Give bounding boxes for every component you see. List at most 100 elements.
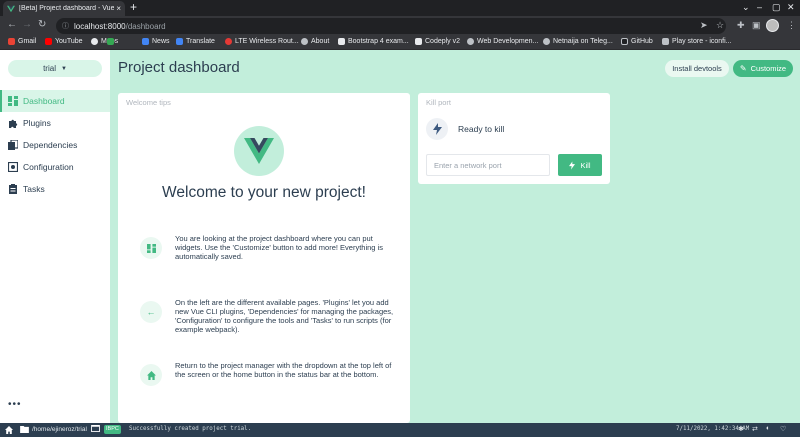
- sidebar-nav: Dashboard Plugins Dependencies Configura…: [0, 90, 110, 200]
- sidebar-item-configuration[interactable]: Configuration: [0, 156, 110, 178]
- forward-icon[interactable]: →: [22, 19, 32, 30]
- heart-icon[interactable]: ♡: [780, 425, 786, 433]
- welcome-title: Welcome to your new project!: [162, 184, 366, 201]
- minimize-icon[interactable]: –: [757, 2, 762, 12]
- status-message: Successfully created project trial.: [129, 426, 252, 432]
- widget-title: Welcome tips: [126, 98, 171, 107]
- widget-title: Kill port: [426, 98, 452, 107]
- sidebar-item-dependencies[interactable]: Dependencies: [0, 134, 110, 156]
- browser-window: [Beta] Project dashboard - Vue × + ⌄ – ▢…: [0, 0, 800, 437]
- arrow-left-icon: ←: [140, 301, 162, 323]
- dashboard-icon: [140, 237, 162, 259]
- bookmark-bootstrap[interactable]: Bootstrap 4 exam...: [338, 38, 409, 45]
- new-tab-button[interactable]: +: [130, 1, 137, 14]
- bookmark-codeply[interactable]: Codeply v2: [415, 38, 460, 45]
- project-name: trial: [43, 64, 56, 73]
- youtube-icon: [45, 38, 52, 45]
- sidebar-item-tasks[interactable]: Tasks: [0, 178, 110, 200]
- puzzle-icon: [8, 118, 18, 128]
- sidebar-item-label: Tasks: [23, 184, 45, 194]
- sidepanel-icon[interactable]: ▣: [752, 20, 761, 31]
- globe-icon: [301, 38, 308, 45]
- bug-icon[interactable]: ✱: [738, 425, 744, 433]
- star-icon[interactable]: ☆: [716, 20, 724, 31]
- main-header: Project dashboard Install devtools ✎ Cus…: [110, 50, 800, 86]
- project-select-dropdown[interactable]: trial ▼: [8, 60, 102, 77]
- address-bar[interactable]: ⓘ localhost:8000 /dashboard: [56, 18, 726, 34]
- bolt-icon: [426, 118, 448, 140]
- bookmark-translate[interactable]: Translate: [176, 38, 215, 45]
- url-path: /dashboard: [125, 21, 166, 31]
- globe-icon: [543, 38, 550, 45]
- pencil-icon: ✎: [739, 64, 747, 73]
- tab-close-icon[interactable]: ×: [116, 4, 121, 13]
- more-options-button[interactable]: •••: [8, 399, 22, 410]
- network-port-input[interactable]: [426, 154, 550, 176]
- url-host: localhost:8000: [74, 21, 126, 31]
- sidebar-item-label: Dependencies: [23, 140, 78, 150]
- back-icon[interactable]: ←: [7, 19, 17, 30]
- status-path[interactable]: /home/ejineroz/trial: [32, 426, 87, 433]
- lte-icon: [225, 38, 232, 45]
- caret-down-icon: ▼: [60, 65, 67, 72]
- bookmark-netnaija[interactable]: Netnaija on Teleg...: [543, 38, 613, 45]
- bookmarks-bar: Gmail YouTube Maps News Translate LTE Wi…: [0, 36, 800, 50]
- dashboard-icon: [8, 96, 18, 106]
- translate-icon: [176, 38, 183, 45]
- vue-logo: [234, 126, 284, 176]
- tab-search-icon[interactable]: ⌄: [742, 2, 750, 13]
- extensions-icon[interactable]: ✚: [737, 20, 745, 31]
- welcome-tips-widget: Welcome tips Welcome to your new project…: [118, 93, 410, 423]
- theme-icon[interactable]: ◐: [766, 425, 770, 432]
- home-icon: [140, 364, 162, 386]
- bookmark-youtube[interactable]: YouTube: [45, 38, 83, 45]
- maps-icon: [107, 38, 114, 45]
- install-devtools-button[interactable]: Install devtools: [665, 60, 729, 77]
- maximize-icon[interactable]: ▢: [772, 2, 781, 13]
- status-badge: IBPC: [104, 425, 121, 434]
- kill-button[interactable]: Kill: [558, 154, 602, 176]
- tip-text: On the left are the different available …: [175, 298, 394, 334]
- bookmark-webdev[interactable]: Web Developmen...: [467, 38, 538, 45]
- kill-label: Kill: [580, 160, 591, 170]
- bookmark-lte[interactable]: LTE Wireless Rout...: [225, 38, 299, 45]
- status-bar: /home/ejineroz/trial IBPC Successfully c…: [0, 423, 800, 437]
- bookmark-about[interactable]: About: [301, 38, 329, 45]
- bookmark-playstore[interactable]: Play store - iconfi...: [662, 38, 732, 45]
- browser-toolbar: ← → ↻ ⓘ localhost:8000 /dashboard ➤ ☆ ✚ …: [0, 16, 800, 36]
- bookmark-gmail[interactable]: Gmail: [8, 38, 36, 45]
- menu-icon[interactable]: ⋮: [787, 20, 796, 31]
- c-icon: [415, 38, 422, 45]
- bookmark-github[interactable]: GitHub: [621, 38, 653, 45]
- news-icon: [142, 38, 149, 45]
- globe-icon: [91, 38, 98, 45]
- customize-button[interactable]: ✎ Customize: [733, 60, 793, 77]
- page-title: Project dashboard: [118, 59, 240, 76]
- info-icon[interactable]: ⓘ: [62, 21, 69, 31]
- folder-icon[interactable]: [20, 426, 29, 435]
- sidebar-item-dashboard[interactable]: Dashboard: [0, 90, 110, 112]
- bookmark-news[interactable]: News: [142, 38, 170, 45]
- home-icon[interactable]: [5, 426, 13, 436]
- send-icon[interactable]: ➤: [700, 20, 708, 31]
- close-window-icon[interactable]: ✕: [787, 2, 795, 13]
- sidebar-item-label: Plugins: [23, 118, 51, 128]
- bookmark-maps-pin[interactable]: [107, 38, 117, 45]
- c-icon: [338, 38, 345, 45]
- sidebar-item-label: Dashboard: [23, 96, 65, 106]
- terminal-icon[interactable]: [91, 425, 100, 434]
- reload-icon[interactable]: ↻: [38, 19, 46, 30]
- vue-favicon-icon: [7, 5, 15, 12]
- vue-logo-icon: [244, 138, 274, 164]
- sidebar-item-plugins[interactable]: Plugins: [0, 112, 110, 134]
- document-icon: [662, 38, 669, 45]
- translate-icon[interactable]: ⇄: [752, 425, 758, 433]
- sidebar: trial ▼ Dashboard Plugins Dependencies C…: [0, 50, 110, 423]
- tip-text: Return to the project manager with the d…: [175, 361, 392, 379]
- browser-tab[interactable]: [Beta] Project dashboard - Vue ×: [3, 1, 125, 16]
- bolt-icon: [569, 161, 576, 169]
- globe-icon: [467, 38, 474, 45]
- dependencies-icon: [8, 140, 18, 150]
- gmail-icon: [8, 38, 15, 45]
- profile-avatar[interactable]: [766, 19, 779, 32]
